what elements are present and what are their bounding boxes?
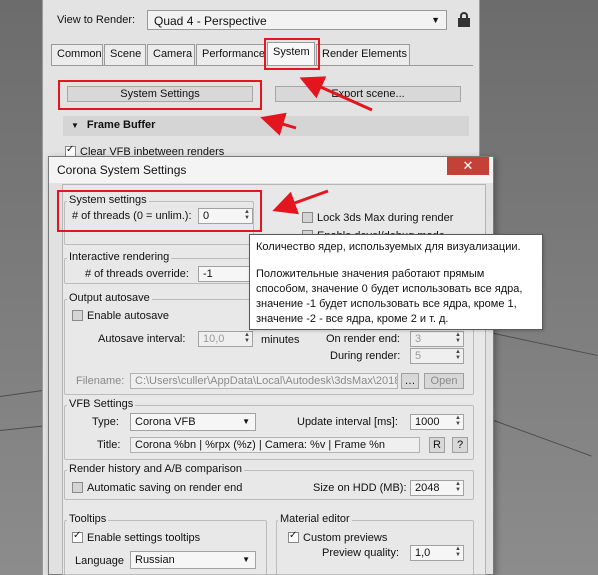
tab-common[interactable]: Common (51, 44, 103, 65)
vfb-type-label: Type: (92, 416, 119, 428)
vfb-title-label: Title: (97, 439, 121, 451)
language-label: Language (75, 555, 124, 567)
annotation-box-threads (57, 190, 262, 232)
update-interval-spinner[interactable]: 1000 ▲ ▼ (410, 414, 464, 430)
material-editor-title: Material editor (278, 513, 352, 525)
tooltip-line: Положительные значения работают прямым (256, 268, 485, 280)
tooltip-line: значение -1 будет использовать все ядра,… (256, 298, 517, 310)
language-value: Russian (135, 554, 175, 566)
lock-max-row[interactable]: Lock 3ds Max during render (302, 212, 453, 224)
enable-tooltips-checkbox[interactable] (72, 530, 83, 543)
preview-quality-spinner[interactable]: 1,0 ▲ ▼ (410, 545, 464, 561)
auto-save-history-label: Automatic saving on render end (87, 482, 243, 494)
lock-max-label: Lock 3ds Max during render (317, 212, 454, 224)
close-button[interactable]: ✕ (447, 157, 489, 175)
lock-icon[interactable] (458, 12, 470, 28)
on-render-end-spinner[interactable]: 3 ▲ ▼ (410, 331, 464, 347)
preview-quality-label: Preview quality: (322, 547, 400, 559)
tooltips-title: Tooltips (67, 513, 109, 525)
auto-save-history-checkbox[interactable] (72, 482, 83, 493)
r-button[interactable]: R (429, 437, 445, 453)
autosave-interval-value: 10,0 (203, 333, 225, 345)
spinner-arrows-icon: ▲ ▼ (455, 349, 461, 361)
export-scene-button[interactable]: Export scene... (275, 86, 461, 102)
lock-max-checkbox[interactable] (302, 212, 313, 223)
collapse-triangle-icon: ▼ (71, 121, 79, 130)
view-to-render-label: View to Render: (57, 14, 136, 26)
filename-field[interactable]: C:\Users\culler\AppData\Local\Autodesk\3… (130, 373, 398, 389)
tab-camera[interactable]: Camera (147, 44, 195, 65)
custom-previews-row[interactable]: Custom previews (288, 530, 388, 544)
language-dropdown[interactable]: Russian ▼ (130, 551, 256, 569)
custom-previews-label: Custom previews (303, 532, 388, 544)
threads-tooltip: Количество ядер, используемых для визуал… (249, 234, 543, 330)
annotation-box-system-tab (264, 38, 320, 70)
tab-scene[interactable]: Scene (104, 44, 146, 65)
enable-autosave-checkbox[interactable] (72, 310, 83, 321)
vfb-type-value: Corona VFB (135, 416, 196, 428)
dialog-title-bar[interactable]: Corona System Settings (49, 157, 493, 183)
custom-previews-checkbox[interactable] (288, 530, 299, 543)
view-to-render-dropdown[interactable]: Quad 4 - Perspective ▼ (147, 10, 447, 30)
render-history-title: Render history and A/B comparison (67, 463, 245, 475)
spinner-arrows-icon: ▲ ▼ (455, 481, 461, 493)
filename-label: Filename: (76, 375, 125, 387)
on-render-end-label: On render end: (326, 333, 400, 345)
grid-line (493, 420, 592, 457)
view-to-render-value: Quad 4 - Perspective (154, 14, 267, 28)
dialog-title: Corona System Settings (57, 163, 187, 177)
tab-render-elements[interactable]: Render Elements (316, 44, 410, 65)
threads-override-spinner[interactable]: -1 (198, 266, 253, 282)
dropdown-arrow-icon: ▼ (242, 555, 250, 564)
threads-override-label: # of threads override: (85, 268, 189, 280)
output-autosave-title: Output autosave (67, 292, 152, 304)
tab-performance[interactable]: Performance (196, 44, 266, 65)
tooltip-line: способом, значение 0 будет использовать … (256, 283, 523, 295)
annotation-box-system-settings (58, 80, 262, 110)
frame-buffer-rollout[interactable]: ▼ Frame Buffer (63, 116, 469, 136)
enable-autosave-row[interactable]: Enable autosave (72, 310, 169, 322)
on-render-end-value: 3 (415, 333, 422, 345)
auto-save-history-row[interactable]: Automatic saving on render end (72, 482, 242, 494)
update-interval-label: Update interval [ms]: (297, 416, 398, 428)
size-on-hdd-value: 2048 (415, 482, 440, 494)
spinner-arrows-icon: ▲ ▼ (244, 332, 250, 344)
autosave-interval-spinner[interactable]: 10,0 ▲ ▼ (198, 331, 253, 347)
help-button[interactable]: ? (452, 437, 468, 453)
close-icon: ✕ (462, 158, 474, 173)
size-on-hdd-spinner[interactable]: 2048 ▲ ▼ (410, 480, 464, 496)
enable-tooltips-row[interactable]: Enable settings tooltips (72, 530, 201, 544)
threads-override-value: -1 (203, 268, 213, 280)
spinner-arrows-icon: ▲ ▼ (455, 546, 461, 558)
enable-autosave-label: Enable autosave (87, 310, 169, 322)
grid-line (479, 330, 598, 356)
browse-button[interactable]: … (401, 373, 419, 389)
during-render-label: During render: (330, 350, 401, 362)
interactive-rendering-title: Interactive rendering (67, 251, 172, 263)
preview-quality-value: 1,0 (415, 547, 431, 559)
vfb-title-field[interactable]: Corona %bn | %rpx (%z) | Camera: %v | Fr… (130, 437, 420, 453)
tooltip-line: значение -2 - все ядра, кроме 2 и т. д. (256, 313, 449, 325)
tooltip-line: Количество ядер, используемых для визуал… (256, 241, 521, 253)
spinner-arrows-icon: ▲ ▼ (455, 332, 461, 344)
browse-icon: … (404, 375, 416, 387)
open-button[interactable]: Open (424, 373, 464, 389)
size-on-hdd-label: Size on HDD (MB): (313, 482, 407, 494)
vfb-settings-title: VFB Settings (67, 398, 136, 410)
during-render-value: 5 (415, 350, 422, 362)
during-render-spinner[interactable]: 5 ▲ ▼ (410, 348, 464, 364)
autosave-interval-unit: minutes (261, 334, 300, 346)
update-interval-value: 1000 (415, 416, 440, 428)
vfb-type-dropdown[interactable]: Corona VFB ▼ (130, 413, 256, 431)
dropdown-arrow-icon: ▼ (242, 417, 250, 426)
autosave-interval-label: Autosave interval: (98, 333, 186, 345)
tab-divider (51, 65, 473, 66)
spinner-arrows-icon: ▲ ▼ (455, 415, 461, 427)
dropdown-arrow-icon: ▼ (431, 15, 440, 25)
enable-tooltips-label: Enable settings tooltips (87, 532, 201, 544)
frame-buffer-title: Frame Buffer (86, 119, 156, 131)
